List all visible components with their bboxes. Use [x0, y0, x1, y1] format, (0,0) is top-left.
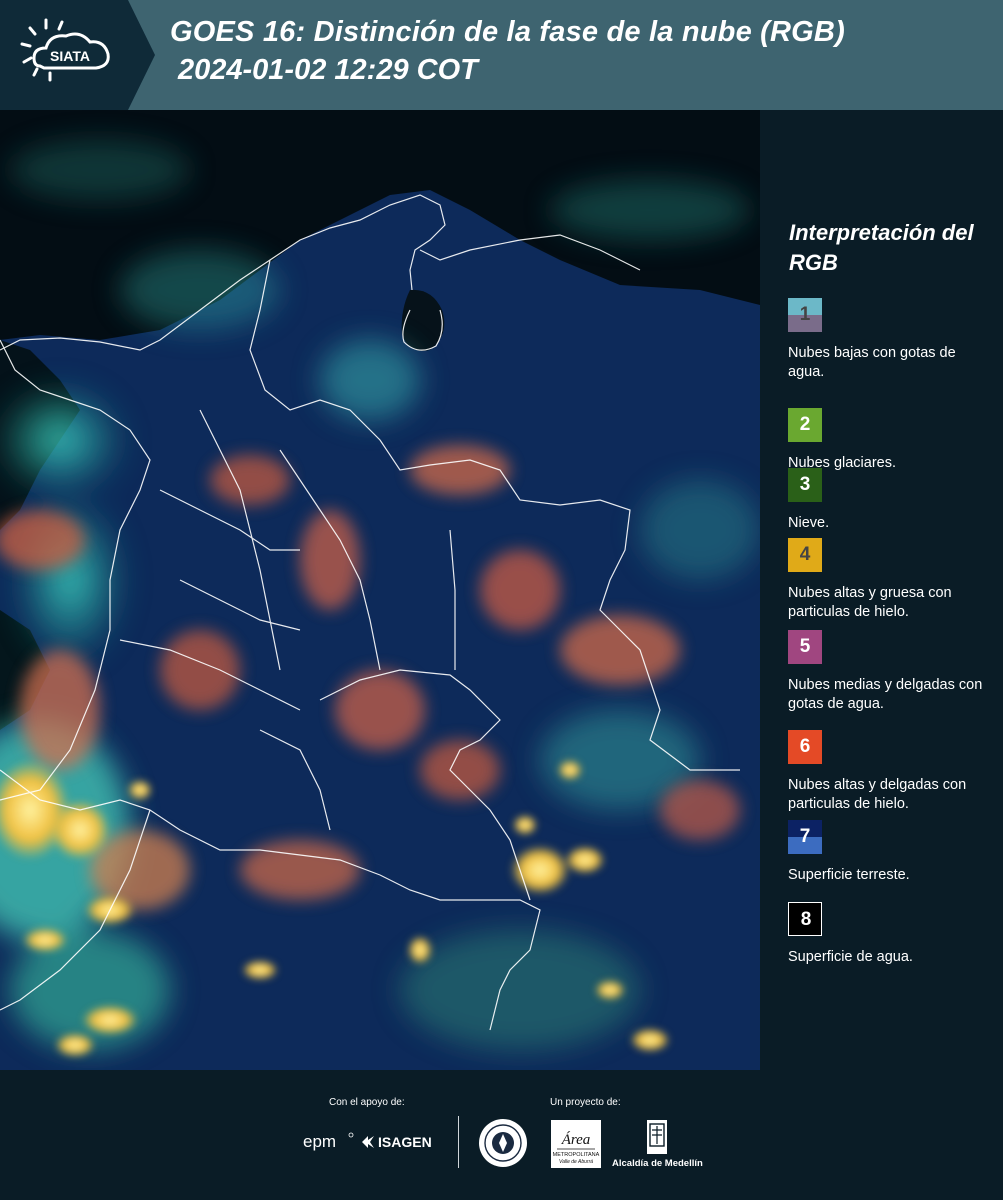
epm-logo: epm	[303, 1130, 355, 1159]
legend-label: Nubes altas y delgadas con particulas de…	[788, 777, 967, 812]
legend-number: 5	[799, 636, 811, 657]
project-label: Un proyecto de:	[550, 1097, 621, 1108]
legend-label: Nubes medias y delgadas con gotas de agu…	[788, 677, 983, 712]
legend-number: 7	[799, 826, 811, 847]
alcaldia-label: Alcaldía de Medellín	[612, 1158, 703, 1169]
legend-label: Superficie terreste.	[788, 867, 910, 883]
timestamp: 2024-01-02 12:29 COT	[178, 54, 478, 86]
legend-number: 4	[799, 544, 811, 565]
svg-text:SIATA: SIATA	[50, 48, 90, 64]
legend-number: 8	[800, 909, 812, 930]
page-title: GOES 16: Distinción de la fase de la nub…	[170, 16, 845, 48]
legend-number: 6	[799, 736, 811, 757]
area-metropolitana-logo: Área METROPOLITANA Valle de Aburrá	[551, 1120, 601, 1173]
legend-title: Interpretación del RGB	[789, 220, 974, 275]
legend-label: Nieve.	[788, 515, 830, 531]
coat-of-arms-icon	[647, 1120, 667, 1154]
svg-text:epm: epm	[303, 1132, 336, 1151]
legend-swatch: 1	[788, 298, 822, 332]
siata-logo: SIATA	[0, 0, 155, 110]
svg-text:METROPOLITANA: METROPOLITANA	[553, 1152, 600, 1158]
header-banner: SIATA GOES 16: Distinción de la fase de …	[0, 0, 1003, 110]
satellite-image	[0, 110, 760, 1070]
legend-number: 3	[799, 474, 811, 495]
legend-panel: Interpretación del RGB 1 Nubes bajas con …	[760, 110, 1003, 1070]
legend-number: 2	[799, 414, 811, 435]
svg-text:ISAGEN: ISAGEN	[378, 1134, 432, 1150]
legend-swatch: 5	[788, 630, 822, 664]
legend-label: Superficie de agua.	[788, 949, 913, 965]
legend-swatch: 3	[788, 468, 822, 502]
seal-logo	[478, 1117, 528, 1174]
support-label: Con el apoyo de:	[329, 1097, 405, 1108]
footer-divider	[458, 1116, 459, 1168]
isagen-logo: ISAGEN	[360, 1130, 442, 1159]
legend-swatch: 2	[788, 408, 822, 442]
legend-swatch: 8	[788, 902, 822, 936]
footer: Con el apoyo de: Un proyecto de: epm ISA…	[0, 1070, 1003, 1200]
legend-swatch: 7	[788, 820, 822, 854]
legend-swatch: 4	[788, 538, 822, 572]
legend-label: Nubes bajas con gotas de agua.	[788, 345, 956, 380]
legend-number: 1	[799, 304, 811, 325]
svg-text:Valle de Aburrá: Valle de Aburrá	[559, 1159, 593, 1165]
svg-text:Área: Área	[561, 1131, 591, 1148]
legend-label: Nubes altas y gruesa con particulas de h…	[788, 585, 952, 620]
legend-swatch: 6	[788, 730, 822, 764]
